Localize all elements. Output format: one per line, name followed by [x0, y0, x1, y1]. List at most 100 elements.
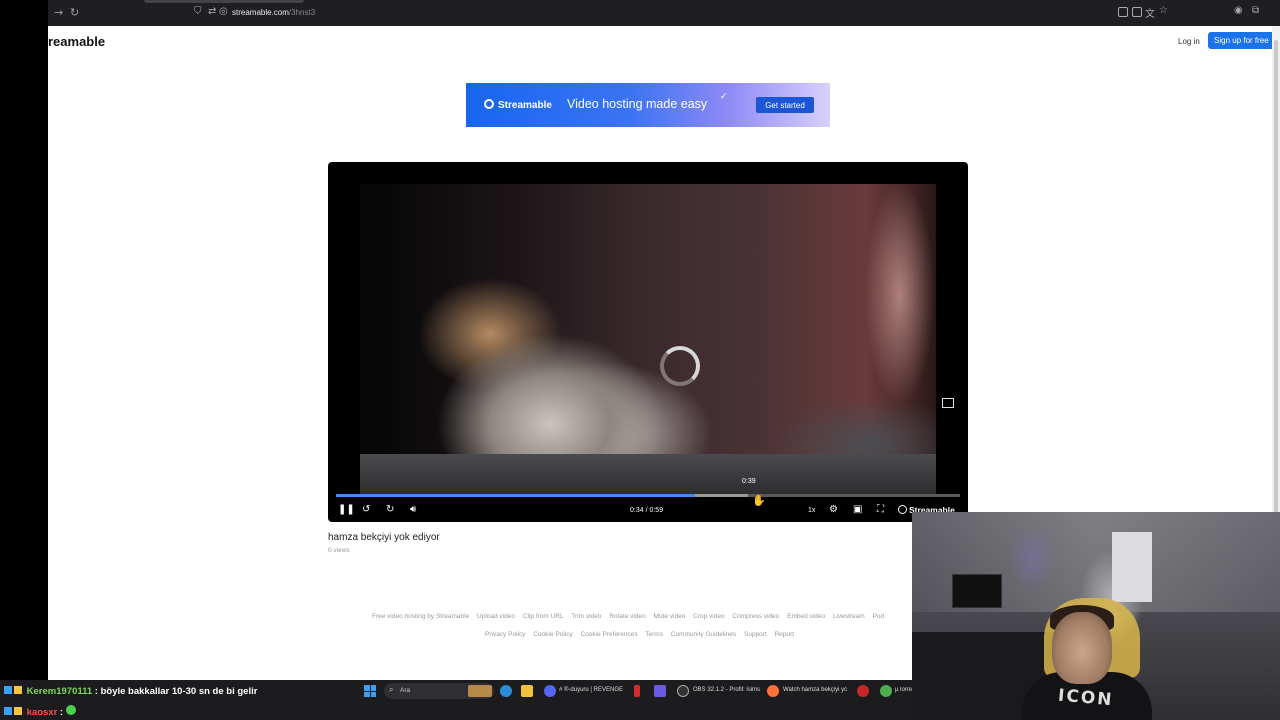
obs-icon[interactable] — [677, 685, 689, 697]
footer-links-row-1: Free video hosting by Streamable Upload … — [372, 613, 972, 620]
footer-link[interactable]: Upload video — [477, 613, 515, 620]
footer-link[interactable]: Terms — [645, 631, 663, 638]
chat-text: : — [59, 707, 64, 718]
footer-link[interactable]: Report — [775, 631, 795, 638]
ad-banner[interactable]: Streamable Video hosting made easy ✓ Get… — [466, 83, 830, 127]
playback-speed-button[interactable]: 1x — [808, 507, 815, 514]
footer-link[interactable]: Compress video — [732, 613, 779, 620]
badge-icon — [4, 686, 12, 694]
mini-player-icon[interactable]: ▣ — [853, 504, 862, 515]
sub-badge-icon — [14, 707, 22, 715]
chat-message: kaosxr : — [4, 705, 78, 718]
taskbar-search-label: Ara — [400, 687, 411, 694]
record-icon[interactable] — [857, 685, 869, 697]
shield-icon[interactable]: ⛉ — [194, 6, 202, 17]
view-count: 0 views — [328, 547, 350, 554]
chat-username: kaosxr — [26, 707, 58, 718]
fullscreen-icon[interactable]: ⛶ — [877, 504, 884, 515]
translate-icon[interactable]: 文 — [1145, 5, 1155, 20]
webcam-monitor — [952, 574, 1002, 608]
webcam-overlay: ICON — [912, 512, 1280, 720]
url-host: streamable.com — [232, 8, 289, 17]
footer-link[interactable]: Rotate video — [609, 613, 646, 620]
pause-icon[interactable]: ❚❚ — [338, 504, 355, 515]
emote-icon — [65, 705, 76, 715]
screenshot-icon[interactable] — [1118, 7, 1128, 17]
taskbar-obs[interactable]: OBS 32.1.2 - Profil: isims — [693, 687, 760, 701]
screen: → ↻ ⛉ ⇄ ◎ streamable.com/3hnst3 文 ☆ ◉ ⧉ … — [0, 0, 1280, 720]
utorrent-icon[interactable] — [880, 685, 892, 697]
taskbar-firefox[interactable]: Watch hamza bekçiyi yc — [783, 687, 847, 701]
site-info-icon[interactable]: ◎ — [219, 6, 228, 17]
url-path: /3hnst3 — [288, 8, 316, 17]
footer-link[interactable]: Cookie Policy — [533, 631, 572, 638]
reader-icon[interactable] — [1132, 7, 1142, 17]
mouse-cursor-icon: ✋ — [752, 494, 766, 507]
browser-toolbar: → ↻ ⛉ ⇄ ◎ streamable.com/3hnst3 文 ☆ ◉ ⧉ — [48, 0, 1280, 26]
red-app-icon[interactable] — [634, 685, 640, 697]
volume-icon[interactable]: 🔊︎ — [410, 504, 416, 515]
settings-gear-icon[interactable]: ⚙ — [829, 504, 838, 515]
sub-badge-icon — [14, 686, 22, 694]
picture-in-picture-overlay-icon[interactable] — [942, 398, 954, 408]
banner-tagline: Video hosting made easy — [567, 97, 708, 111]
file-explorer-icon[interactable] — [521, 685, 533, 697]
footer-link[interactable]: Privacy Policy — [485, 631, 525, 638]
widget-icon[interactable] — [468, 685, 492, 697]
sparkle-icon: ✓ — [720, 91, 728, 101]
seek-hover-time: 0:39 — [742, 478, 756, 485]
footer-link[interactable]: Community Guidelines — [671, 631, 736, 638]
footer-link[interactable]: Clip from URL — [523, 613, 564, 620]
discord-icon[interactable] — [544, 685, 556, 697]
footer-link[interactable]: Free video hosting by Streamable — [372, 613, 469, 620]
video-frame[interactable] — [360, 184, 936, 494]
search-icon: ⌕ — [389, 685, 394, 694]
banner-brand: Streamable — [498, 100, 552, 111]
video-frame-floor — [360, 454, 936, 494]
forward-icon[interactable]: → — [54, 6, 63, 19]
permissions-icon[interactable]: ⇄ — [208, 6, 216, 17]
footer-link[interactable]: Trim video — [571, 613, 601, 620]
footer-link[interactable]: Crop video — [693, 613, 724, 620]
seek-bar[interactable] — [336, 494, 960, 497]
time-display: 0:34 / 0:59 — [630, 507, 664, 514]
active-tab-strip[interactable] — [144, 0, 304, 3]
loading-spinner-icon — [660, 346, 700, 386]
chat-username: Kerem1970111 — [26, 686, 93, 697]
teams-icon[interactable] — [654, 685, 666, 697]
footer-link[interactable]: Livestream — [833, 613, 865, 620]
footer-links-row-2: Privacy Policy Cookie Policy Cookie Pref… — [485, 631, 800, 638]
taskbar-utorrent[interactable]: µTorre — [895, 687, 912, 701]
forward-skip-icon[interactable]: ↻ — [386, 504, 394, 515]
chat-message: Kerem1970111 : böyle bakkallar 10-30 sn … — [4, 686, 257, 697]
played-progress — [336, 494, 696, 497]
start-button-icon[interactable] — [364, 685, 376, 697]
login-link[interactable]: Log in — [1178, 37, 1200, 46]
footer-link[interactable]: Support — [744, 631, 767, 638]
video-title: hamza bekçiyi yok ediyor — [328, 532, 440, 543]
taskbar-discord[interactable]: # ®-duyuru | REVENGE — [559, 687, 623, 701]
webcam-person-head — [1052, 612, 1112, 684]
signup-button[interactable]: Sign up for free — [1208, 32, 1272, 49]
chat-text: : böyle bakkallar 10-30 sn de bi gelir — [94, 686, 258, 697]
footer-link[interactable]: Embed video — [787, 613, 825, 620]
streamable-logo-icon — [898, 505, 907, 514]
get-started-button[interactable]: Get started — [756, 97, 814, 113]
account-icon[interactable]: ◉ — [1234, 5, 1243, 16]
address-bar[interactable]: ⛉ ⇄ ◎ streamable.com/3hnst3 — [186, 4, 1126, 22]
site-logo[interactable]: reamable — [48, 34, 105, 49]
footer-link[interactable]: Mute video — [654, 613, 686, 620]
badge-icon — [4, 707, 12, 715]
reload-icon[interactable]: ↻ — [70, 6, 79, 19]
firefox-icon[interactable] — [767, 685, 779, 697]
edge-icon[interactable] — [500, 685, 512, 697]
extensions-icon[interactable]: ⧉ — [1252, 5, 1259, 16]
streamable-logo-icon — [484, 99, 494, 109]
footer-link[interactable]: Cookie Preferences — [580, 631, 637, 638]
webcam-window — [1112, 532, 1152, 602]
bookmark-star-icon[interactable]: ☆ — [1159, 5, 1168, 16]
banner-logo: Streamable — [484, 99, 552, 111]
video-player[interactable]: 0:39 ✋ ❚❚ ↺ ↻ 🔊︎ 0:34 / 0:59 1x ⚙ ▣ ⛶ St… — [328, 162, 968, 522]
footer-link[interactable]: Pod — [873, 613, 885, 620]
rewind-icon[interactable]: ↺ — [362, 504, 370, 515]
